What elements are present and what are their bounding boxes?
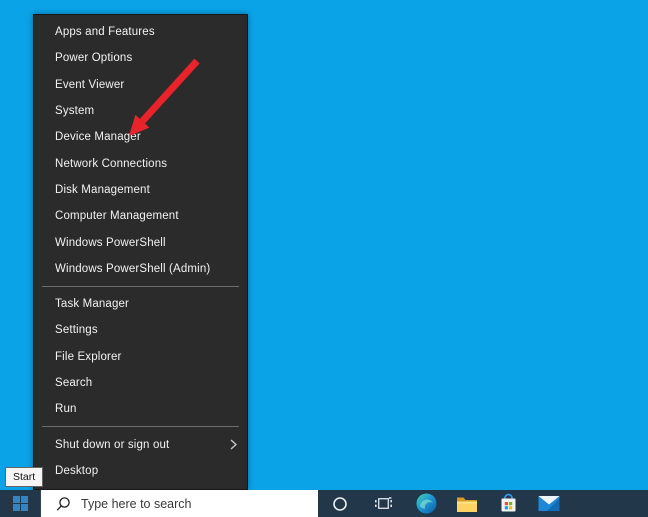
menu-item-label: File Explorer [55, 350, 122, 363]
menu-item-label: System [55, 105, 95, 118]
menu-item-desktop[interactable]: Desktop [34, 458, 247, 484]
edge-icon [416, 493, 436, 514]
menu-item-label: Windows PowerShell [55, 236, 166, 249]
mail-button[interactable] [531, 490, 567, 517]
cortana-icon [333, 496, 347, 511]
menu-item-label: Windows PowerShell (Admin) [55, 262, 211, 275]
menu-item-label: Computer Management [55, 210, 179, 223]
menu-item-label: Device Manager [55, 131, 141, 144]
chevron-right-icon [230, 439, 237, 450]
search-icon [56, 496, 70, 511]
menu-item-file-explorer[interactable]: File Explorer [34, 344, 247, 370]
menu-item-label: Task Manager [55, 298, 130, 311]
menu-item-label: Apps and Features [55, 26, 155, 39]
menu-item-shut-down-or-sign-out[interactable]: Shut down or sign out [34, 431, 247, 457]
menu-item-search[interactable]: Search [34, 370, 247, 396]
menu-item-label: Event Viewer [55, 78, 125, 91]
start-tooltip-label: Start [13, 471, 36, 483]
menu-item-apps-and-features[interactable]: Apps and Features [34, 19, 247, 45]
menu-item-event-viewer[interactable]: Event Viewer [34, 72, 247, 98]
task-view-button[interactable] [365, 490, 401, 517]
start-tooltip: Start [5, 467, 44, 487]
edge-button[interactable] [408, 490, 444, 517]
file-explorer-button[interactable] [449, 490, 485, 517]
menu-item-label: Search [55, 377, 93, 389]
winx-context-menu: Apps and Features Power Options Event Vi… [33, 14, 248, 490]
menu-item-network-connections[interactable]: Network Connections [34, 150, 247, 176]
menu-item-system[interactable]: System [34, 98, 247, 124]
start-button[interactable] [0, 490, 40, 517]
search-input[interactable] [81, 490, 318, 517]
menu-item-label: Disk Management [55, 183, 150, 196]
menu-item-task-manager[interactable]: Task Manager [34, 291, 247, 317]
menu-item-device-manager[interactable]: Device Manager [34, 124, 247, 150]
menu-separator [42, 285, 239, 287]
menu-item-windows-powershell-admin[interactable]: Windows PowerShell (Admin) [34, 256, 247, 282]
menu-item-label: Run [55, 403, 77, 416]
menu-item-label: Network Connections [55, 157, 168, 170]
cortana-button[interactable] [322, 490, 358, 517]
menu-item-disk-management[interactable]: Disk Management [34, 177, 247, 203]
taskbar-search-box[interactable] [40, 490, 318, 517]
taskbar [0, 490, 648, 517]
menu-separator [42, 426, 239, 428]
menu-item-power-options[interactable]: Power Options [34, 45, 247, 71]
task-view-icon [374, 497, 392, 509]
store-icon [501, 493, 515, 512]
menu-item-run[interactable]: Run [34, 396, 247, 422]
menu-item-label: Settings [55, 324, 98, 337]
menu-item-label: Power Options [55, 52, 133, 65]
mail-icon [538, 496, 560, 511]
menu-item-settings[interactable]: Settings [34, 317, 247, 343]
windows-logo-icon [12, 496, 28, 511]
store-button[interactable] [490, 490, 526, 517]
menu-item-label: Shut down or sign out [55, 438, 170, 451]
menu-item-computer-management[interactable]: Computer Management [34, 203, 247, 229]
menu-item-windows-powershell[interactable]: Windows PowerShell [34, 229, 247, 255]
file-explorer-icon [457, 497, 477, 512]
menu-item-label: Desktop [55, 464, 99, 477]
